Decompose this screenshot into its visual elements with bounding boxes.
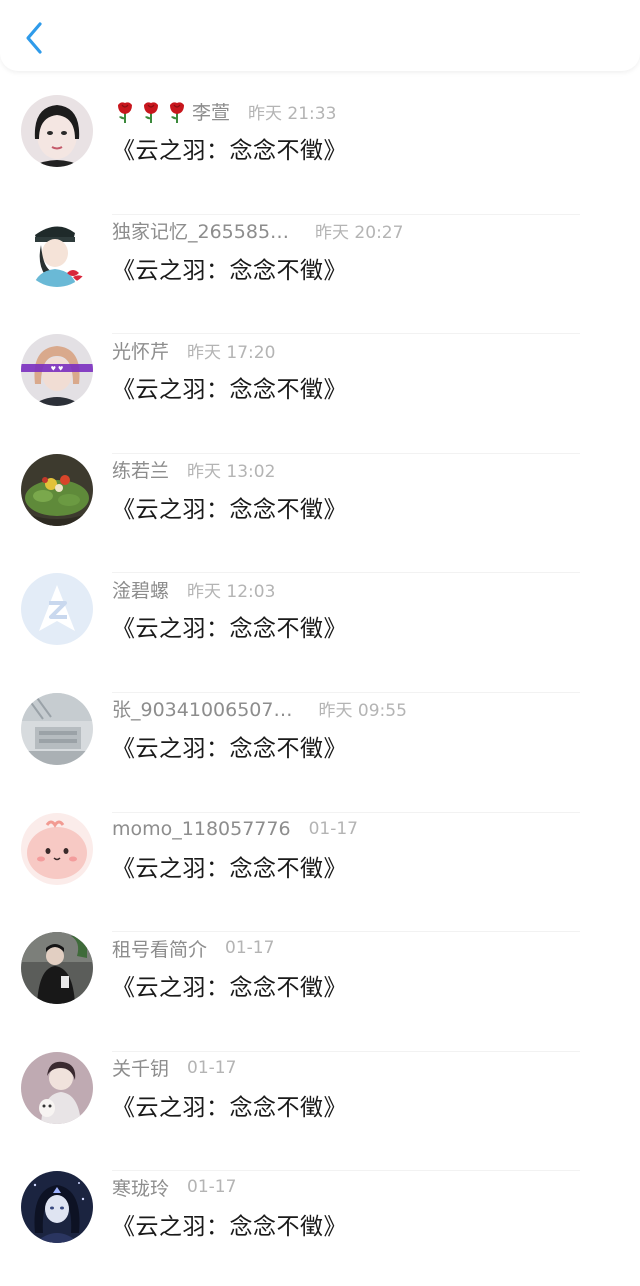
comment-meta: 练若兰 昨天 13:02 (112, 457, 275, 483)
username[interactable]: 李萱 (192, 98, 230, 125)
comment-list: 李萱 昨天 21:33 《云之羽：念念不徵》 独家记忆_265585… 昨天 2… (0, 71, 640, 1286)
list-item[interactable]: 张_90341006507… 昨天 09:55 《云之羽：念念不徵》 (0, 692, 640, 813)
svg-text:♥ ♥: ♥ ♥ (51, 366, 64, 373)
timestamp: 昨天 20:27 (315, 223, 404, 244)
avatar[interactable] (21, 1171, 93, 1244)
list-item[interactable]: 淦碧螺 昨天 12:03 《云之羽：念念不徵》 (0, 573, 640, 693)
list-item[interactable]: 练若兰 昨天 13:02 《云之羽：念念不徵》 (0, 453, 640, 574)
comment-text: 《云之羽：念念不徵》 (112, 616, 347, 643)
timestamp: 01-17 (187, 1057, 237, 1078)
rose-icon (118, 102, 132, 123)
comment-meta: 淦碧螺 昨天 12:03 (112, 576, 275, 602)
comment-text: 《云之羽：念念不徵》 (112, 855, 347, 882)
chevron-left-icon (26, 22, 42, 54)
avatar[interactable] (21, 453, 93, 526)
timestamp: 昨天 12:03 (187, 581, 276, 602)
comment-text: 《云之羽：念念不徵》 (112, 377, 347, 404)
avatar[interactable] (21, 692, 93, 765)
timestamp: 昨天 09:55 (318, 701, 407, 722)
username[interactable]: 练若兰 (112, 456, 169, 483)
comment-text: 《云之羽：念念不徵》 (112, 138, 347, 164)
list-item[interactable]: 关千钥 01-17 《云之羽：念念不徵》 (0, 1051, 640, 1172)
comment-meta: 光怀芹 昨天 17:20 (112, 337, 275, 363)
list-item[interactable]: momo_118057776 01-17 《云之羽：念念不徵》 (0, 812, 640, 933)
avatar[interactable] (21, 95, 93, 167)
timestamp: 昨天 21:33 (248, 103, 337, 124)
timestamp: 昨天 17:20 (187, 342, 276, 363)
list-item[interactable]: 寒珑玲 01-17 《云之羽：念念不徵》 (0, 1171, 640, 1286)
back-button[interactable] (12, 14, 56, 62)
comment-text: 《云之羽：念念不徵》 (112, 496, 347, 523)
rose-badge (112, 98, 190, 124)
username[interactable]: 独家记忆_265585… (112, 217, 289, 244)
avatar[interactable] (21, 932, 93, 1005)
timestamp: 昨天 13:02 (187, 462, 276, 483)
username[interactable]: 寒珑玲 (112, 1174, 169, 1201)
username[interactable]: 租号看简介 (112, 935, 207, 962)
top-bar (0, 0, 640, 71)
username[interactable]: 张_90341006507… (112, 695, 292, 722)
list-item[interactable]: 李萱 昨天 21:33 《云之羽：念念不徵》 (0, 95, 640, 215)
avatar[interactable] (21, 812, 93, 885)
timestamp: 01-17 (225, 938, 275, 959)
timestamp: 01-17 (187, 1177, 237, 1198)
list-item[interactable]: 租号看简介 01-17 《云之羽：念念不徵》 (0, 932, 640, 1052)
rose-icon (144, 102, 158, 123)
comment-meta: momo_118057776 01-17 (112, 816, 358, 842)
username[interactable]: momo_118057776 (112, 818, 291, 840)
comment-text: 《云之羽：念念不徵》 (112, 1094, 347, 1121)
comment-meta: 张_90341006507… 昨天 09:55 (112, 696, 407, 722)
username[interactable]: 光怀芹 (112, 337, 169, 364)
comment-meta: 李萱 昨天 21:33 (112, 98, 336, 124)
comment-text: 《云之羽：念念不徵》 (112, 735, 347, 762)
list-item[interactable]: 独家记忆_265585… 昨天 20:27 《云之羽：念念不徵》 (0, 214, 640, 335)
comment-text: 《云之羽：念念不徵》 (112, 257, 347, 284)
avatar[interactable]: ♥ ♥ (21, 334, 93, 407)
timestamp: 01-17 (308, 818, 358, 839)
comment-meta: 独家记忆_265585… 昨天 20:27 (112, 218, 403, 244)
username[interactable]: 淦碧螺 (112, 576, 169, 603)
avatar[interactable] (21, 214, 93, 287)
comment-text: 《云之羽：念念不徵》 (112, 975, 347, 1002)
avatar[interactable] (21, 573, 93, 646)
comment-meta: 租号看简介 01-17 (112, 935, 274, 961)
avatar[interactable] (21, 1051, 93, 1124)
list-item[interactable]: ♥ ♥ 光怀芹 昨天 17:20 《云之羽：念念不徵》 (0, 334, 640, 454)
comment-meta: 关千钥 01-17 (112, 1055, 236, 1081)
username[interactable]: 关千钥 (112, 1054, 169, 1081)
comment-text: 《云之羽：念念不徵》 (112, 1214, 347, 1241)
rose-icon (170, 102, 184, 123)
comment-meta: 寒珑玲 01-17 (112, 1174, 236, 1200)
